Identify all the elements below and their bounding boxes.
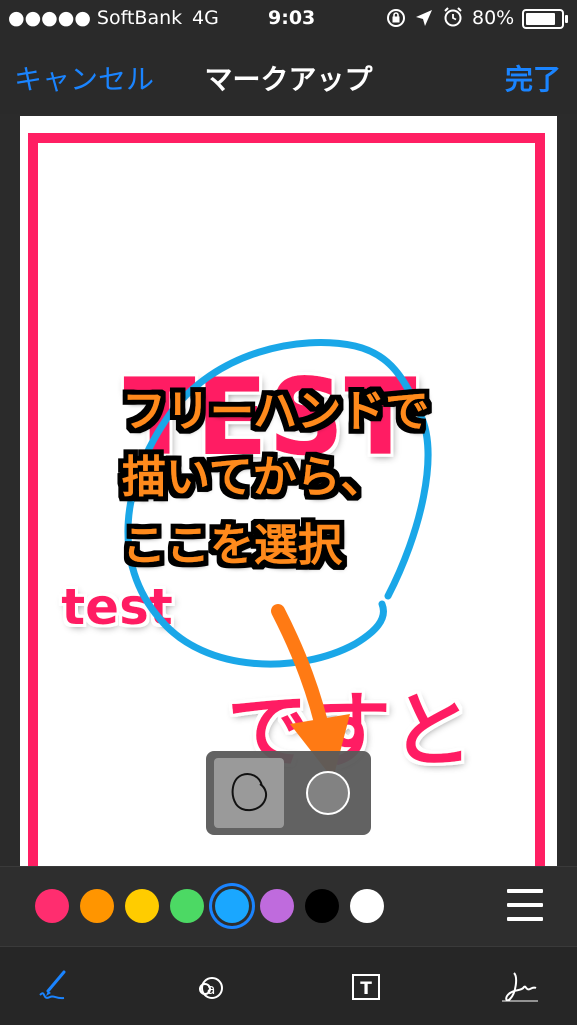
document-small-text: test (61, 578, 172, 636)
color-swatch-pink[interactable] (35, 889, 69, 923)
status-bar: ●●●●● SoftBank 4G 9:03 80% (0, 0, 577, 38)
color-palette (0, 866, 577, 947)
color-swatch-white[interactable] (350, 889, 384, 923)
location-icon (414, 8, 434, 33)
perfect-circle-option-button[interactable] (296, 758, 366, 828)
menu-icon[interactable] (507, 889, 543, 923)
rotation-lock-icon (384, 6, 408, 35)
annotation-line-2: 描いてから、 (122, 452, 385, 503)
done-button[interactable]: 完了 (505, 58, 561, 98)
page-title: マークアップ (204, 63, 373, 96)
battery-icon (522, 8, 570, 35)
markup-toolbar: a T (0, 946, 577, 1025)
battery-percent: 80% (472, 7, 515, 29)
clock: 9:03 (268, 7, 316, 29)
carrier: ●●●●● SoftBank (8, 7, 183, 29)
text-box-icon[interactable]: T (346, 967, 386, 1007)
alarm-icon (442, 6, 464, 33)
sketch-icon[interactable] (34, 967, 74, 1007)
markup-canvas[interactable]: TEST test ですと フリーハンドで 描いてから、 ここを選択 (0, 114, 577, 866)
shape-suggestion-popover (206, 751, 371, 835)
network-type: 4G (192, 7, 219, 29)
color-swatch-black[interactable] (305, 889, 339, 923)
color-swatch-blue[interactable] (215, 889, 249, 923)
svg-text:T: T (360, 979, 372, 999)
color-swatch-green[interactable] (170, 889, 204, 923)
color-swatch-yellow[interactable] (125, 889, 159, 923)
svg-text:a: a (207, 982, 216, 998)
annotation-line-3: ここを選択 (122, 520, 343, 571)
annotation-line-1: フリーハンドで (122, 386, 429, 437)
magnifier-icon[interactable]: a (190, 967, 230, 1007)
signature-icon[interactable] (500, 967, 540, 1007)
perfect-circle-icon (306, 771, 350, 815)
freehand-circle-icon (231, 773, 268, 812)
nav-bar: キャンセル マークアップ 完了 (0, 38, 577, 114)
color-swatch-orange[interactable] (80, 889, 114, 923)
freehand-option-button[interactable] (214, 758, 284, 828)
color-swatch-purple[interactable] (260, 889, 294, 923)
